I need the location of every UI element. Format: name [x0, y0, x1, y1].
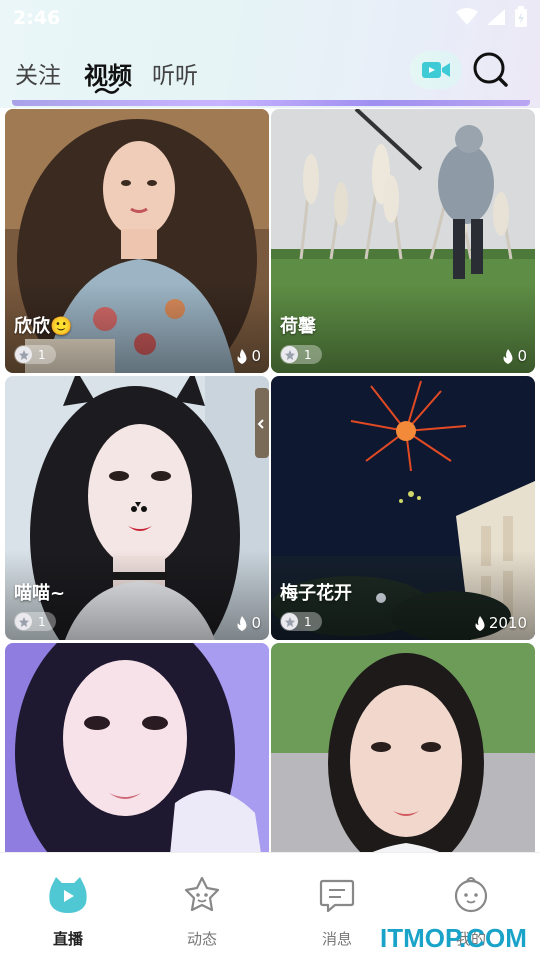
status-time: 2:46	[13, 7, 61, 29]
card-name: 欣欣🙂	[14, 316, 73, 337]
nav-item-live[interactable]: 直播	[18, 873, 118, 949]
level-star-icon	[15, 346, 32, 363]
card-name: 梅子花开	[280, 583, 352, 604]
heat-value: 0	[251, 614, 261, 632]
flame-icon	[237, 348, 247, 364]
battery-icon	[515, 6, 527, 27]
level-badge: 1	[280, 345, 322, 364]
start-live-button[interactable]	[410, 51, 462, 89]
status-bar: 2:46	[0, 0, 540, 36]
flame-icon	[475, 615, 485, 631]
nav-label-messages: 消息	[321, 930, 352, 948]
wifi-icon	[456, 8, 478, 25]
watermark: ITMOP.COM	[380, 923, 527, 953]
tab-follow[interactable]: 关注	[15, 56, 61, 90]
search-icon	[473, 52, 508, 87]
level-star-icon	[281, 346, 298, 363]
card-name: 喵喵~	[14, 583, 66, 604]
heat-value: 0	[251, 347, 261, 365]
nav-item-feed[interactable]: 动态	[152, 873, 252, 949]
banner-edge	[12, 100, 530, 106]
nav-label-live: 直播	[52, 930, 83, 948]
heat-count: 0	[502, 347, 527, 365]
card-name: 荷馨	[280, 316, 316, 337]
nav-label-feed: 动态	[186, 930, 217, 948]
level-number: 1	[304, 614, 312, 629]
level-badge: 1	[280, 612, 322, 631]
video-card[interactable]: 喵喵~ 1 0	[5, 376, 269, 640]
video-card[interactable]: 欣欣🙂 1 0	[5, 109, 269, 373]
level-star-icon	[281, 613, 298, 630]
level-number: 1	[304, 347, 312, 362]
live-tv-icon	[49, 877, 87, 913]
heat-count: 2010	[474, 614, 527, 632]
heat-count: 0	[236, 614, 261, 632]
active-tab-indicator	[94, 87, 120, 94]
status-icons	[456, 6, 528, 28]
video-card[interactable]: 梅子花开 1 2010	[271, 376, 535, 640]
nav-item-messages[interactable]: 消息	[287, 873, 387, 949]
level-badge: 1	[14, 612, 56, 631]
message-icon	[319, 879, 355, 913]
level-number: 1	[38, 614, 46, 629]
level-number: 1	[38, 347, 46, 362]
profile-face-icon	[454, 877, 488, 913]
video-camera-icon	[422, 62, 450, 78]
heat-value: 0	[517, 347, 527, 365]
star-face-icon	[184, 876, 220, 912]
level-star-icon	[15, 613, 32, 630]
heat-value: 2010	[488, 614, 527, 632]
flame-icon	[237, 615, 247, 631]
video-card[interactable]: 荷馨 1 0	[271, 109, 535, 373]
heat-count: 0	[236, 347, 261, 365]
tab-listen[interactable]: 听听	[152, 56, 198, 90]
search-button[interactable]	[471, 50, 511, 90]
level-badge: 1	[14, 345, 56, 364]
flame-icon	[503, 348, 513, 364]
signal-icon	[487, 9, 505, 25]
